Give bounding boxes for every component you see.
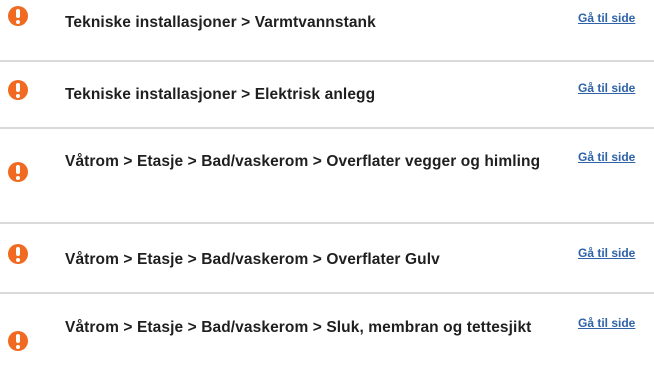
go-to-page-link[interactable]: Gå til side — [578, 11, 635, 26]
divider — [0, 60, 654, 62]
go-to-page-link[interactable]: Gå til side — [578, 150, 635, 165]
item-path: Våtrom > Etasje > Bad/vaskerom > Sluk, m… — [65, 319, 532, 336]
item-path: Våtrom > Etasje > Bad/vaskerom > Overfla… — [65, 251, 440, 268]
exclamation-circle-icon — [8, 6, 28, 26]
exclamation-circle-icon — [8, 80, 28, 100]
exclamation-circle-icon — [8, 244, 28, 264]
exclamation-circle-icon — [8, 162, 28, 182]
item-path: Tekniske installasjoner > Elektrisk anle… — [65, 86, 376, 103]
go-to-page-link[interactable]: Gå til side — [578, 316, 635, 331]
go-to-page-link[interactable]: Gå til side — [578, 81, 635, 96]
item-path: Tekniske installasjoner > Varmtvannstank — [65, 14, 376, 31]
exclamation-circle-icon — [8, 331, 28, 351]
divider — [0, 222, 654, 224]
item-path: Våtrom > Etasje > Bad/vaskerom > Overfla… — [65, 153, 541, 170]
divider — [0, 127, 654, 129]
deviation-list: Tekniske installasjoner > Varmtvannstank… — [0, 0, 654, 367]
divider — [0, 292, 654, 294]
go-to-page-link[interactable]: Gå til side — [578, 246, 635, 261]
